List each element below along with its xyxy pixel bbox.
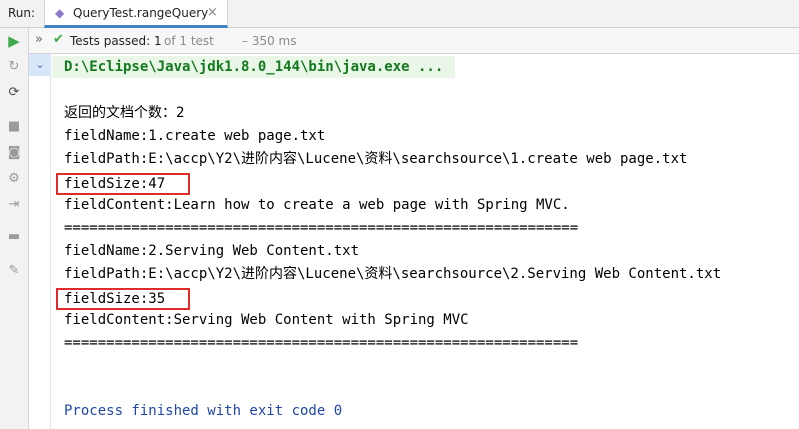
expand-icon[interactable]: » (35, 32, 43, 47)
process-finished-line: Process finished with exit code 0 (64, 403, 343, 419)
stop-icon[interactable]: ■ (5, 118, 23, 136)
tests-total: of 1 test (164, 34, 214, 48)
console-line: fieldName:1.create web page.txt (64, 128, 326, 144)
console-line: fieldContent:Serving Web Content with Sp… (64, 312, 469, 328)
close-icon[interactable]: × (207, 5, 218, 20)
check-icon: ✔ (53, 32, 64, 47)
tests-duration: – 350 ms (242, 34, 297, 48)
console-line: fieldPath:E:\accp\Y2\进阶内容\Lucene\资料\sear… (64, 151, 688, 167)
console-line: fieldContent:Learn how to create a web p… (64, 197, 570, 213)
console-line: fieldSize:35 (64, 291, 166, 307)
console-line: ========================================… (64, 335, 579, 351)
junit-run-icon: ◆ (55, 6, 65, 20)
console-line: 返回的文档个数：2 (64, 105, 185, 121)
rerun-failed-icon[interactable]: ↻ (5, 58, 23, 76)
tests-passed-count: 1 (154, 34, 162, 48)
console-line: fieldPath:E:\accp\Y2\进阶内容\Lucene\资料\sear… (64, 266, 722, 282)
rerun-icon[interactable]: ▶ (5, 32, 23, 50)
tree-node-collapse-icon[interactable]: ⌄ (29, 54, 51, 76)
console-command: D:\Eclipse\Java\jdk1.8.0_144\bin\java.ex… (52, 56, 456, 78)
screenshot-icon[interactable]: ◙ (5, 144, 23, 162)
test-status-bar: » ✔ Tests passed: 1 of 1 test – 350 ms (29, 28, 799, 54)
toggle-auto-test-icon[interactable]: ⟳ (5, 84, 23, 102)
run-toolbar: ▶ ↻ ⟳ ■ ◙ ⚙ ⇥ ▬ ✎ (0, 28, 29, 429)
run-tab-bar: Run: ◆ QueryTest.rangeQuery × (0, 0, 799, 28)
exit-icon[interactable]: ⇥ (5, 196, 23, 214)
run-label: Run: (8, 6, 36, 20)
pin-icon[interactable]: ✎ (5, 262, 23, 280)
test-tree: ⌄ (29, 54, 51, 429)
console-line: fieldName:2.Serving Web Content.txt (64, 243, 360, 259)
console-line: ========================================… (64, 220, 579, 236)
console-output[interactable]: D:\Eclipse\Java\jdk1.8.0_144\bin\java.ex… (52, 54, 799, 429)
tab-title: QueryTest.rangeQuery (73, 6, 209, 20)
layout-icon[interactable]: ▬ (5, 228, 23, 246)
console-line: fieldSize:47 (64, 176, 166, 192)
tests-passed-text: Tests passed: 1 (70, 34, 162, 48)
settings-icon[interactable]: ⚙ (5, 170, 23, 188)
tests-passed-label: Tests passed: (70, 34, 151, 48)
tab-query-test[interactable]: ◆ QueryTest.rangeQuery × (44, 0, 228, 28)
